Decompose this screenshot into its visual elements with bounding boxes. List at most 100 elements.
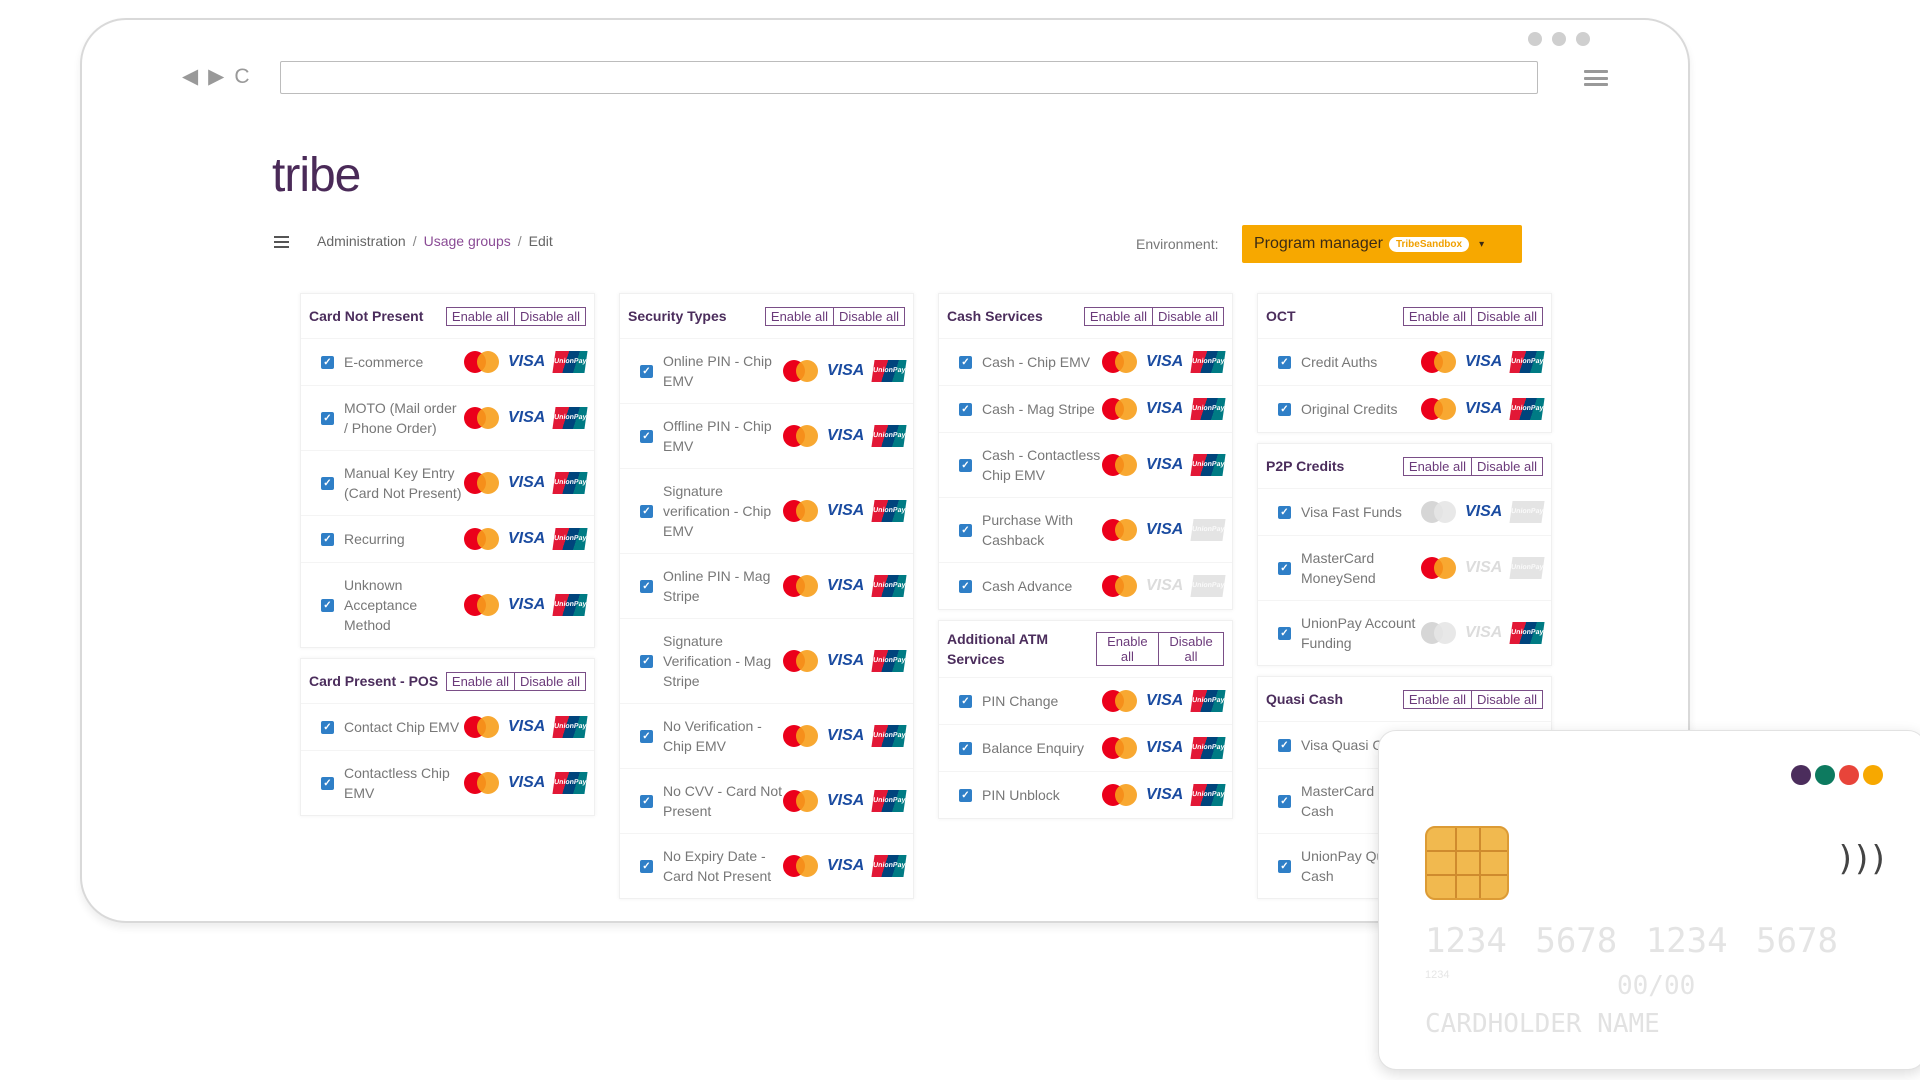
disable-all-button[interactable]: Disable all: [514, 307, 585, 325]
mastercard-icon[interactable]: [783, 725, 819, 747]
mastercard-icon[interactable]: [464, 351, 500, 373]
visa-icon[interactable]: VISA: [827, 362, 865, 380]
enable-all-button[interactable]: Enable all: [1404, 458, 1471, 475]
row-checkbox[interactable]: ✓: [321, 720, 334, 734]
visa-icon[interactable]: VISA: [827, 857, 865, 875]
unionpay-icon[interactable]: UnionPay: [1190, 351, 1226, 373]
row-checkbox[interactable]: ✓: [959, 523, 972, 537]
enable-all-button[interactable]: Enable all: [766, 308, 833, 325]
visa-icon[interactable]: VISA: [508, 774, 546, 792]
mastercard-icon[interactable]: [1102, 690, 1138, 712]
row-checkbox[interactable]: ✓: [640, 654, 653, 668]
row-checkbox[interactable]: ✓: [640, 729, 653, 743]
row-checkbox[interactable]: ✓: [640, 429, 653, 443]
unionpay-icon[interactable]: UnionPay: [1190, 398, 1226, 420]
mastercard-icon[interactable]: [1102, 454, 1138, 476]
enable-all-button[interactable]: Enable all: [1097, 633, 1158, 665]
disable-all-button[interactable]: Disable all: [514, 672, 585, 690]
unionpay-icon[interactable]: UnionPay: [552, 407, 588, 429]
row-checkbox[interactable]: ✓: [1278, 505, 1291, 519]
mastercard-icon[interactable]: [783, 855, 819, 877]
row-checkbox[interactable]: ✓: [959, 458, 972, 472]
menu-icon[interactable]: [274, 236, 289, 248]
row-checkbox[interactable]: ✓: [321, 532, 334, 546]
visa-icon[interactable]: VISA: [827, 502, 865, 520]
row-checkbox[interactable]: ✓: [321, 598, 334, 612]
unionpay-icon[interactable]: UnionPay: [1190, 784, 1226, 806]
visa-icon[interactable]: VISA: [1146, 739, 1184, 757]
row-checkbox[interactable]: ✓: [1278, 794, 1291, 808]
unionpay-icon[interactable]: UnionPay: [871, 500, 907, 522]
row-checkbox[interactable]: ✓: [959, 788, 972, 802]
breadcrumb-administration[interactable]: Administration: [317, 233, 406, 249]
mastercard-icon[interactable]: [783, 650, 819, 672]
mastercard-icon[interactable]: [1421, 398, 1457, 420]
row-checkbox[interactable]: ✓: [959, 579, 972, 593]
mastercard-icon[interactable]: [464, 528, 500, 550]
unionpay-icon[interactable]: UnionPay: [871, 650, 907, 672]
mastercard-icon[interactable]: [1102, 737, 1138, 759]
visa-icon[interactable]: VISA: [827, 577, 865, 595]
row-checkbox[interactable]: ✓: [640, 579, 653, 593]
forward-icon[interactable]: ▶: [208, 66, 224, 87]
disable-all-button[interactable]: Disable all: [1471, 307, 1542, 325]
unionpay-icon[interactable]: UnionPay: [1509, 351, 1545, 373]
disable-all-button[interactable]: Disable all: [1158, 633, 1223, 665]
mastercard-icon[interactable]: [464, 594, 500, 616]
row-checkbox[interactable]: ✓: [321, 776, 334, 790]
visa-icon[interactable]: VISA: [508, 530, 546, 548]
mastercard-icon[interactable]: [783, 425, 819, 447]
visa-icon[interactable]: VISA: [1465, 400, 1503, 418]
mastercard-icon[interactable]: [1102, 351, 1138, 373]
mastercard-icon[interactable]: [1102, 784, 1138, 806]
unionpay-icon[interactable]: UnionPay: [552, 716, 588, 738]
unionpay-icon[interactable]: UnionPay: [871, 360, 907, 382]
unionpay-icon[interactable]: UnionPay: [552, 594, 588, 616]
disable-all-button[interactable]: Disable all: [1152, 307, 1223, 325]
row-checkbox[interactable]: ✓: [640, 859, 653, 873]
unionpay-icon[interactable]: UnionPay: [552, 351, 588, 373]
disable-all-button[interactable]: Disable all: [1471, 690, 1542, 708]
unionpay-icon[interactable]: UnionPay: [1509, 398, 1545, 420]
visa-icon[interactable]: VISA: [1465, 503, 1503, 521]
mastercard-icon[interactable]: [783, 790, 819, 812]
mastercard-icon[interactable]: [464, 772, 500, 794]
unionpay-icon[interactable]: UnionPay: [871, 855, 907, 877]
row-checkbox[interactable]: ✓: [959, 741, 972, 755]
breadcrumb-usage-groups[interactable]: Usage groups: [424, 233, 511, 249]
row-checkbox[interactable]: ✓: [959, 402, 972, 416]
visa-icon[interactable]: VISA: [508, 474, 546, 492]
unionpay-icon[interactable]: UnionPay: [552, 772, 588, 794]
unionpay-icon[interactable]: UnionPay: [1509, 622, 1545, 644]
visa-icon[interactable]: VISA: [508, 353, 546, 371]
mastercard-icon[interactable]: [1102, 575, 1138, 597]
row-checkbox[interactable]: ✓: [1278, 738, 1291, 752]
unionpay-icon[interactable]: UnionPay: [871, 790, 907, 812]
row-checkbox[interactable]: ✓: [1278, 561, 1291, 575]
mastercard-icon[interactable]: [464, 472, 500, 494]
row-checkbox[interactable]: ✓: [321, 355, 334, 369]
mastercard-icon[interactable]: [1421, 557, 1457, 579]
enable-all-button[interactable]: Enable all: [1404, 691, 1471, 708]
browser-menu-icon[interactable]: [1584, 70, 1608, 86]
disable-all-button[interactable]: Disable all: [833, 307, 904, 325]
unionpay-icon[interactable]: UnionPay: [871, 725, 907, 747]
enable-all-button[interactable]: Enable all: [1085, 308, 1152, 325]
visa-icon[interactable]: VISA: [827, 652, 865, 670]
enable-all-button[interactable]: Enable all: [1404, 308, 1471, 325]
mastercard-icon[interactable]: [1102, 398, 1138, 420]
unionpay-icon[interactable]: UnionPay: [1190, 454, 1226, 476]
row-checkbox[interactable]: ✓: [321, 411, 334, 425]
mastercard-icon[interactable]: [1102, 519, 1138, 541]
mastercard-icon[interactable]: [783, 360, 819, 382]
row-checkbox[interactable]: ✓: [1278, 626, 1291, 640]
reload-icon[interactable]: C: [234, 66, 249, 87]
visa-icon[interactable]: VISA: [827, 792, 865, 810]
visa-icon[interactable]: VISA: [1146, 577, 1184, 595]
unionpay-icon[interactable]: UnionPay: [1190, 575, 1226, 597]
unionpay-icon[interactable]: UnionPay: [871, 575, 907, 597]
visa-icon[interactable]: VISA: [827, 427, 865, 445]
unionpay-icon[interactable]: UnionPay: [552, 472, 588, 494]
visa-icon[interactable]: VISA: [1465, 353, 1503, 371]
visa-icon[interactable]: VISA: [827, 727, 865, 745]
